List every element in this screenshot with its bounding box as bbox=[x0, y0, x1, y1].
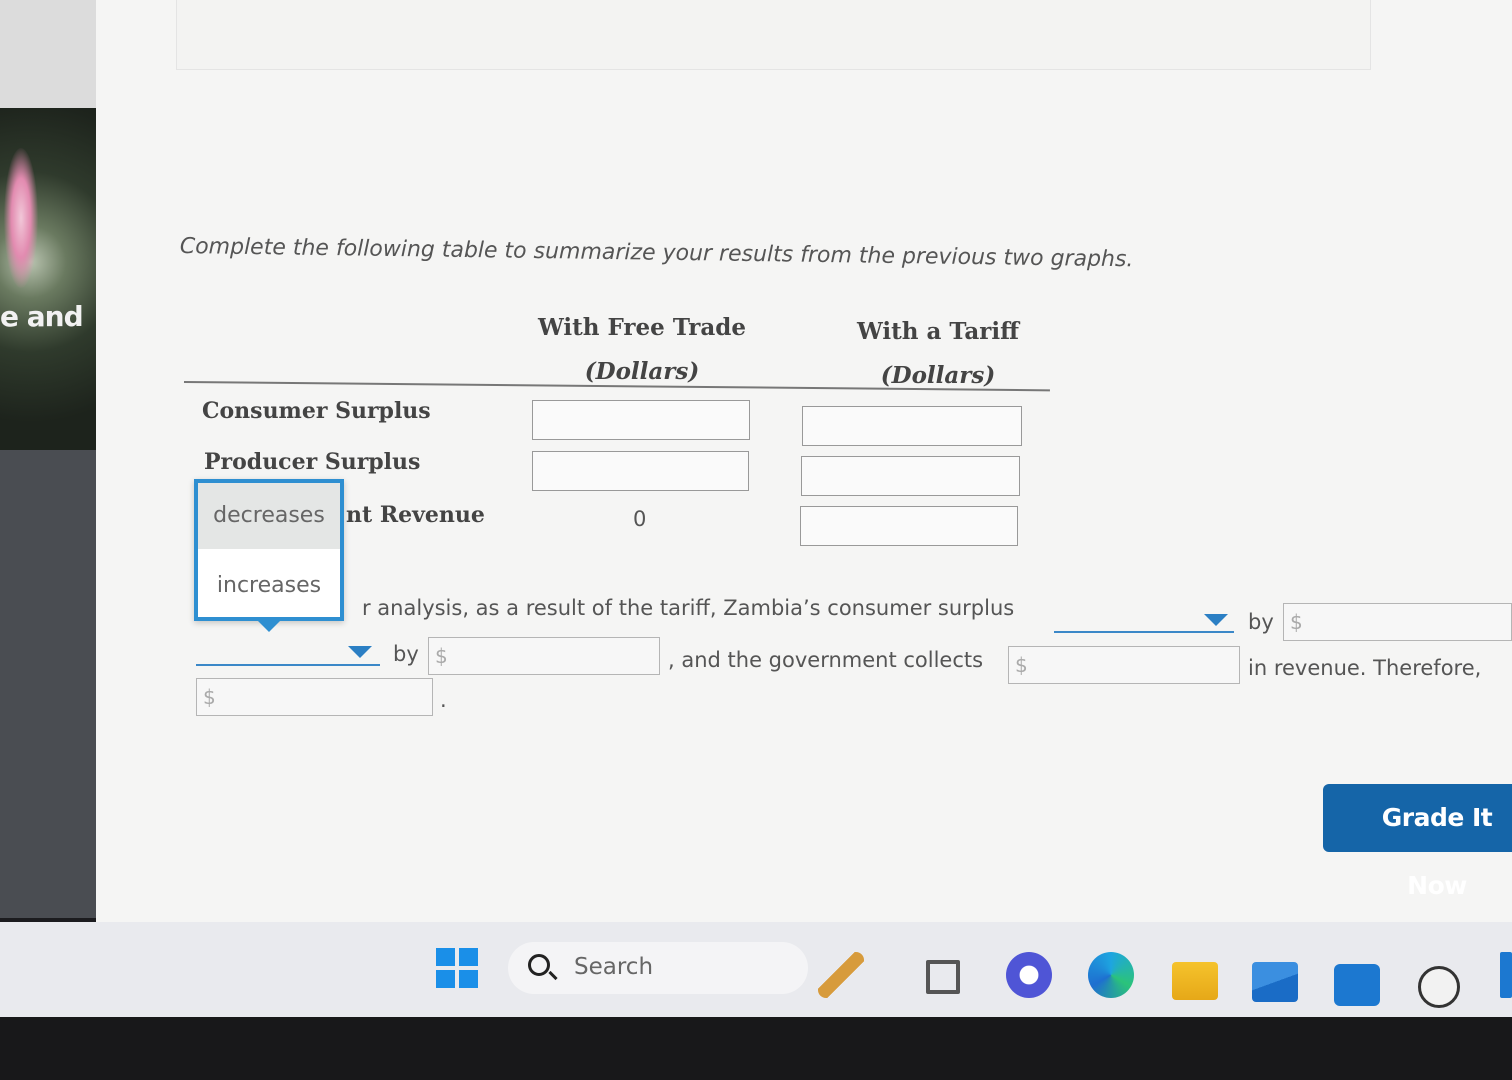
file-explorer-icon[interactable] bbox=[1172, 962, 1218, 1000]
chevron-down-icon[interactable] bbox=[1204, 614, 1228, 626]
windows-logo-quad bbox=[436, 970, 455, 988]
column-unit-free-trade: (Dollars) bbox=[584, 358, 700, 385]
column-header-free-trade: With Free Trade bbox=[537, 314, 746, 341]
search-icon bbox=[528, 954, 550, 976]
partial-app-icon[interactable] bbox=[1500, 952, 1512, 998]
consumer-surplus-change-amount-input[interactable]: $ bbox=[1283, 603, 1512, 641]
by-label-2: by bbox=[393, 642, 419, 666]
consumer-surplus-change-select[interactable] bbox=[1054, 631, 1234, 633]
mail-icon[interactable] bbox=[1252, 962, 1298, 1002]
adjacent-window-photo bbox=[0, 108, 100, 450]
windows-logo-quad bbox=[436, 948, 455, 966]
taskbar-search-placeholder: Search bbox=[574, 954, 654, 980]
instruction-text: Complete the following table to summariz… bbox=[179, 234, 1134, 273]
government-revenue-free-trade-value: 0 bbox=[633, 507, 647, 531]
baseball-widget-icon[interactable] bbox=[818, 952, 864, 998]
assignment-page: Complete the following table to summariz… bbox=[96, 0, 1512, 922]
government-revenue-amount-input[interactable]: $ bbox=[1008, 646, 1240, 684]
producer-surplus-change-select[interactable] bbox=[196, 664, 380, 666]
consumer-surplus-free-trade-input[interactable] bbox=[532, 400, 750, 440]
dell-icon[interactable] bbox=[1418, 966, 1460, 1008]
taskbar-search-box[interactable] bbox=[508, 942, 808, 994]
edge-browser-icon[interactable] bbox=[1088, 952, 1134, 998]
windows-start-icon[interactable] bbox=[436, 948, 478, 988]
chevron-down-icon[interactable] bbox=[348, 646, 372, 658]
grade-it-now-button[interactable]: Grade It Now bbox=[1323, 784, 1512, 900]
row-label-consumer-surplus: Consumer Surplus bbox=[202, 398, 431, 424]
adjacent-window-top bbox=[0, 0, 100, 108]
dropdown-option-decreases[interactable]: decreases bbox=[198, 483, 340, 549]
change-direction-dropdown-menu: decreases increases bbox=[194, 479, 344, 621]
row-label-producer-surplus: Producer Surplus bbox=[204, 449, 421, 475]
dropdown-pointer bbox=[256, 619, 282, 632]
government-revenue-tariff-input[interactable] bbox=[800, 506, 1018, 546]
windows-logo-quad bbox=[459, 970, 478, 988]
previous-section-box bbox=[176, 0, 1371, 70]
dropdown-option-increases[interactable]: increases bbox=[198, 553, 340, 619]
microsoft-store-icon[interactable] bbox=[1334, 964, 1380, 1006]
column-unit-tariff: (Dollars) bbox=[880, 362, 996, 389]
summary-sentence-part2: , and the government collects bbox=[668, 648, 984, 672]
producer-surplus-free-trade-input[interactable] bbox=[532, 451, 749, 491]
meet-chat-icon[interactable] bbox=[1006, 952, 1052, 998]
summary-sentence-part3: in revenue. Therefore, bbox=[1248, 656, 1482, 680]
producer-surplus-tariff-input[interactable] bbox=[801, 456, 1020, 496]
windows-logo-quad bbox=[459, 948, 478, 966]
column-header-tariff: With a Tariff bbox=[857, 318, 1019, 345]
task-view-icon[interactable] bbox=[926, 960, 960, 994]
row-label-government-revenue: nt Revenue bbox=[346, 502, 485, 528]
monitor-bezel bbox=[0, 1017, 1512, 1080]
producer-surplus-change-amount-input[interactable]: $ bbox=[428, 637, 660, 675]
summary-sentence-part1: r analysis, as a result of the tariff, Z… bbox=[362, 596, 1015, 620]
adjacent-window-text: e and bbox=[0, 300, 84, 333]
by-label-1: by bbox=[1248, 610, 1274, 634]
deadweight-loss-amount-input[interactable]: $ bbox=[196, 678, 433, 716]
sentence-period: . bbox=[440, 688, 447, 712]
consumer-surplus-tariff-input[interactable] bbox=[802, 406, 1022, 446]
